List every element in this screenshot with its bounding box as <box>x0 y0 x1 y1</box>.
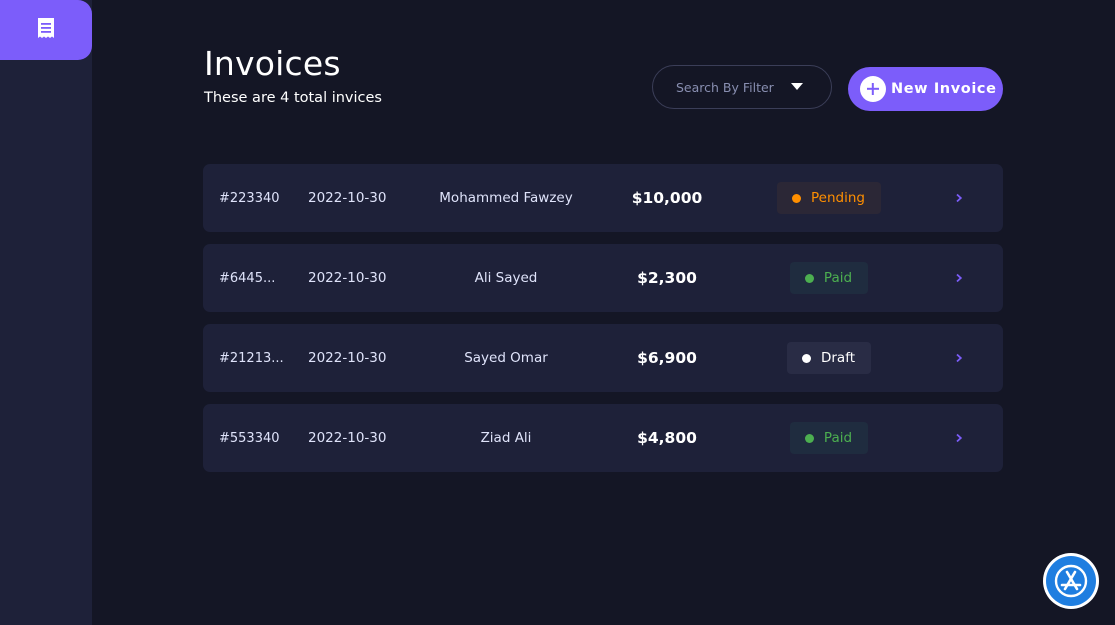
sidebar <box>0 0 92 625</box>
invoice-client-name: Ali Sayed <box>474 270 538 286</box>
app-store-icon <box>1046 556 1096 606</box>
status-label: Draft <box>820 350 856 366</box>
invoice-row[interactable]: #553340 2022-10-30 Ziad Ali $4,800 Paid <box>203 404 1003 472</box>
chevron-right-icon[interactable] <box>951 244 967 312</box>
invoice-date: 2022-10-30 <box>308 270 387 286</box>
caret-down-icon <box>791 83 803 90</box>
invoice-amount: $10,000 <box>631 189 703 207</box>
invoice-status: Paid <box>763 404 895 472</box>
filter-dropdown[interactable]: Search By Filter <box>652 65 832 109</box>
invoice-status: Pending <box>763 164 895 232</box>
invoice-id: #223340 <box>219 190 280 206</box>
invoice-id: #6445... <box>219 270 276 286</box>
receipt-icon <box>36 17 56 43</box>
invoice-date: 2022-10-30 <box>308 430 387 446</box>
plus-circle-icon <box>860 76 886 102</box>
invoice-amount: $6,900 <box>637 349 697 367</box>
invoice-client-name: Sayed Omar <box>464 350 548 366</box>
invoice-row[interactable]: #223340 2022-10-30 Mohammed Fawzey $10,0… <box>203 164 1003 232</box>
invoice-date: 2022-10-30 <box>308 190 387 206</box>
invoice-count-text: These are 4 total invices <box>204 90 382 106</box>
invoice-status: Paid <box>763 244 895 312</box>
sidebar-logo-button[interactable] <box>0 0 92 60</box>
invoice-row[interactable]: #6445... 2022-10-30 Ali Sayed $2,300 Pai… <box>203 244 1003 312</box>
new-invoice-label: New Invoice <box>891 81 997 97</box>
status-label: Paid <box>823 270 853 286</box>
status-badge: Draft <box>786 342 872 374</box>
status-dot-icon <box>801 353 811 363</box>
status-badge: Paid <box>789 262 869 294</box>
invoice-amount: $2,300 <box>637 269 697 287</box>
invoice-status: Draft <box>763 324 895 392</box>
chevron-right-icon[interactable] <box>951 404 967 472</box>
app-store-button[interactable] <box>1043 553 1099 609</box>
filter-label: Search By Filter <box>676 79 774 95</box>
page-title: Invoices <box>204 44 341 83</box>
status-badge: Paid <box>789 422 869 454</box>
invoice-client-name: Mohammed Fawzey <box>439 190 573 206</box>
status-dot-icon <box>804 433 814 443</box>
invoice-amount: $4,800 <box>637 429 697 447</box>
status-dot-icon <box>792 193 802 203</box>
chevron-right-icon[interactable] <box>951 324 967 392</box>
new-invoice-button[interactable]: New Invoice <box>848 67 1003 111</box>
invoice-client-name: Ziad Ali <box>480 430 532 446</box>
chevron-right-icon[interactable] <box>951 164 967 232</box>
status-dot-icon <box>804 273 814 283</box>
status-badge: Pending <box>777 182 881 214</box>
invoice-id: #553340 <box>219 430 280 446</box>
invoice-id: #21213... <box>219 350 284 366</box>
invoice-list: #223340 2022-10-30 Mohammed Fawzey $10,0… <box>203 164 1003 484</box>
invoice-date: 2022-10-30 <box>308 350 387 366</box>
status-label: Paid <box>823 430 853 446</box>
status-label: Pending <box>811 190 865 206</box>
invoice-row[interactable]: #21213... 2022-10-30 Sayed Omar $6,900 D… <box>203 324 1003 392</box>
